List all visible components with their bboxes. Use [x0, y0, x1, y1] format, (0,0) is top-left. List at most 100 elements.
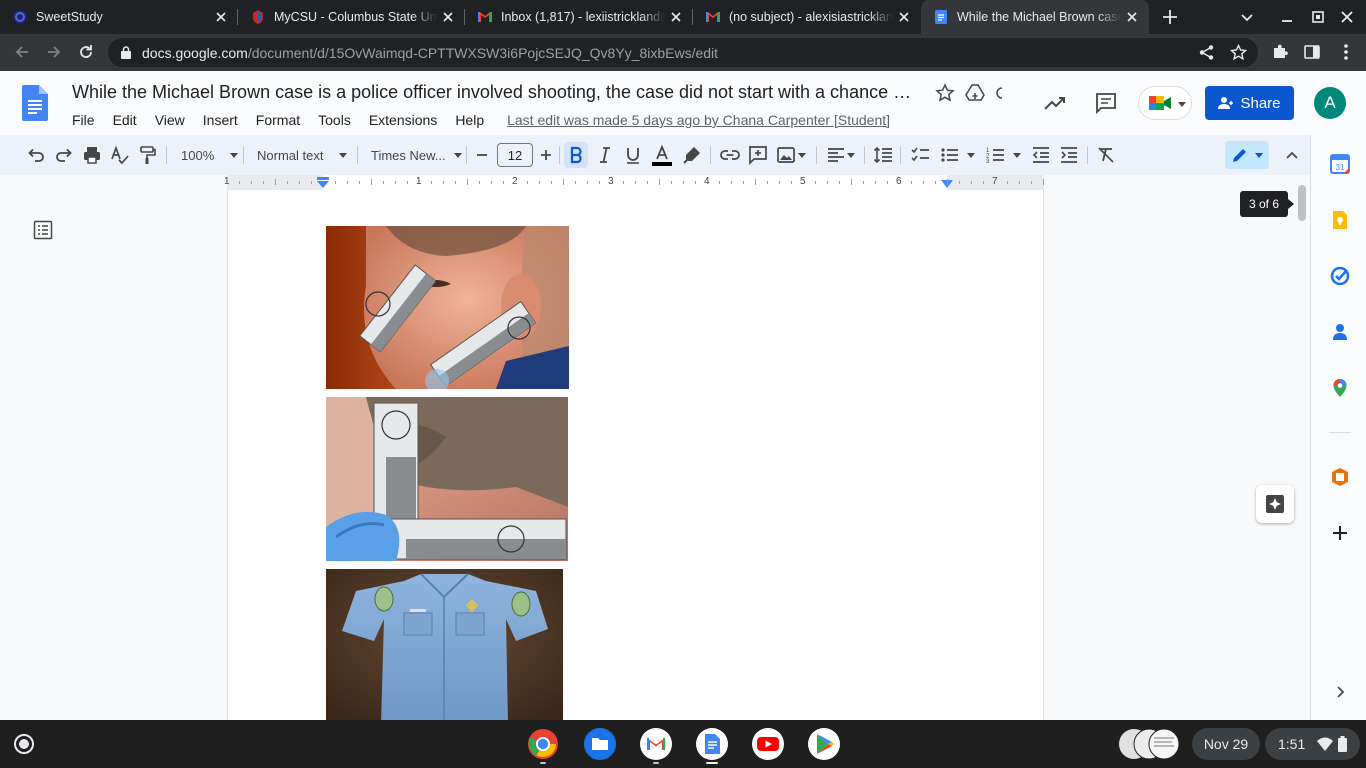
share-button[interactable]: Share: [1205, 86, 1294, 120]
files-app-icon[interactable]: [584, 728, 616, 760]
numbering-caret-icon[interactable]: [1013, 153, 1021, 158]
collapse-menus-chevron-icon[interactable]: [1282, 145, 1302, 165]
vertical-scrollbar-thumb[interactable]: [1298, 185, 1306, 221]
cloud-status-icon[interactable]: [993, 83, 1003, 103]
tab-gmail-no-subject[interactable]: (no subject) - alexisiastrickland: [693, 0, 921, 34]
lock-icon[interactable]: [120, 46, 132, 59]
browser-menu-dots-icon[interactable]: [1336, 42, 1356, 62]
font-family-select[interactable]: Times New...: [371, 143, 462, 167]
horizontal-ruler[interactable]: 1 1 2 3 4 5 6 7: [224, 175, 1044, 190]
last-edit-link[interactable]: Last edit was made 5 days ago by Chana C…: [493, 110, 890, 132]
tasks-icon[interactable]: [1330, 266, 1350, 286]
maps-icon[interactable]: [1330, 378, 1350, 398]
uniform-shirt-photo[interactable]: [326, 569, 563, 720]
line-spacing-icon[interactable]: [873, 145, 893, 165]
menu-edit[interactable]: Edit: [104, 110, 146, 132]
bullet-caret-icon[interactable]: [967, 153, 975, 158]
increase-font-size-icon[interactable]: [536, 145, 556, 165]
forward-arrow-icon[interactable]: [44, 42, 64, 62]
keep-icon[interactable]: [1330, 210, 1350, 230]
launcher-icon[interactable]: [12, 732, 36, 756]
tab-docs-active[interactable]: While the Michael Brown case: [921, 0, 1149, 34]
tab-sweetstudy[interactable]: SweetStudy: [0, 0, 238, 34]
increase-indent-icon[interactable]: [1059, 145, 1079, 165]
tab-search-chevron-icon[interactable]: [1238, 8, 1256, 26]
italic-icon[interactable]: [595, 145, 615, 165]
document-title[interactable]: While the Michael Brown case is a police…: [72, 82, 922, 103]
clear-formatting-icon[interactable]: [1096, 145, 1116, 165]
left-indent-marker-icon[interactable]: [317, 177, 329, 188]
close-tab-icon[interactable]: [214, 10, 228, 24]
docs-app-icon[interactable]: [696, 728, 728, 760]
image-caret-icon[interactable]: [798, 153, 806, 158]
close-tab-icon[interactable]: [441, 10, 455, 24]
paragraph-style-select[interactable]: Normal text: [257, 143, 348, 167]
chrome-app-icon[interactable]: [527, 728, 559, 760]
checklist-icon[interactable]: [910, 145, 930, 165]
align-caret-icon[interactable]: [847, 153, 855, 158]
close-tab-icon[interactable]: [897, 10, 911, 24]
face-with-forensic-scale-photo[interactable]: [326, 226, 569, 389]
show-side-panel-chevron-icon[interactable]: [1330, 682, 1350, 702]
decrease-font-size-icon[interactable]: [472, 145, 492, 165]
menu-file[interactable]: File: [63, 110, 104, 132]
calendar-icon[interactable]: 31: [1330, 154, 1350, 174]
neck-with-forensic-scale-photo[interactable]: [326, 397, 568, 561]
underline-icon[interactable]: [623, 145, 643, 165]
star-document-icon[interactable]: [935, 83, 955, 103]
meet-button[interactable]: [1138, 86, 1192, 120]
holding-space-thumbnails-icon[interactable]: [1116, 728, 1182, 760]
close-tab-icon[interactable]: [1125, 10, 1139, 24]
youtube-app-icon[interactable]: [752, 728, 784, 760]
extensions-puzzle-icon[interactable]: [1271, 43, 1289, 61]
align-left-icon[interactable]: [826, 145, 846, 165]
docs-logo-icon[interactable]: [22, 85, 48, 121]
comments-icon[interactable]: [1094, 91, 1118, 115]
menu-insert[interactable]: Insert: [194, 110, 247, 132]
close-tab-icon[interactable]: [669, 10, 683, 24]
share-page-icon[interactable]: [1198, 44, 1215, 61]
paint-format-icon[interactable]: [138, 145, 158, 165]
move-to-drive-icon[interactable]: [965, 83, 985, 103]
editing-mode-button[interactable]: [1225, 141, 1269, 169]
back-arrow-icon[interactable]: [12, 42, 32, 62]
minimize-window-icon[interactable]: [1278, 8, 1296, 26]
add-comment-icon[interactable]: [748, 145, 768, 165]
bulleted-list-icon[interactable]: [940, 145, 960, 165]
document-page[interactable]: [227, 190, 1044, 720]
zoom-select[interactable]: 100%: [181, 143, 239, 167]
bookmark-star-icon[interactable]: [1230, 44, 1247, 61]
menu-format[interactable]: Format: [247, 110, 309, 132]
redo-icon[interactable]: [54, 145, 74, 165]
insert-image-icon[interactable]: [776, 145, 796, 165]
menu-tools[interactable]: Tools: [309, 110, 360, 132]
status-tray[interactable]: 1:51: [1265, 728, 1360, 760]
explore-button[interactable]: [1256, 485, 1294, 523]
spellcheck-icon[interactable]: [110, 145, 130, 165]
menu-help[interactable]: Help: [446, 110, 493, 132]
date-tray[interactable]: Nov 29: [1192, 728, 1260, 760]
decrease-indent-icon[interactable]: [1031, 145, 1051, 165]
new-tab-icon[interactable]: [1160, 7, 1180, 27]
activity-trend-icon[interactable]: [1043, 91, 1067, 115]
insert-link-icon[interactable]: [720, 145, 740, 165]
document-outline-icon[interactable]: [33, 220, 53, 240]
tab-gmail-inbox[interactable]: Inbox (1,817) - lexiistrickland@: [465, 0, 693, 34]
restore-window-icon[interactable]: [1309, 8, 1327, 26]
gmail-app-icon[interactable]: [640, 728, 672, 760]
print-icon[interactable]: [82, 145, 102, 165]
highlight-pen-icon[interactable]: [682, 145, 702, 165]
menu-view[interactable]: View: [146, 110, 194, 132]
font-size-input[interactable]: 12: [497, 143, 533, 167]
address-bar[interactable]: docs.google.com/document/d/15OvWaimqd-CP…: [108, 38, 1258, 67]
text-color-icon[interactable]: [652, 145, 672, 166]
get-addons-plus-icon[interactable]: [1330, 523, 1350, 543]
play-store-app-icon[interactable]: [808, 728, 840, 760]
bold-icon[interactable]: [566, 145, 586, 165]
undo-icon[interactable]: [26, 145, 46, 165]
tab-mycsu[interactable]: MyCSU - Columbus State Univ: [238, 0, 465, 34]
menu-extensions[interactable]: Extensions: [360, 110, 446, 132]
reload-icon[interactable]: [76, 42, 96, 62]
contacts-icon[interactable]: [1330, 322, 1350, 342]
close-window-icon[interactable]: [1338, 8, 1356, 26]
